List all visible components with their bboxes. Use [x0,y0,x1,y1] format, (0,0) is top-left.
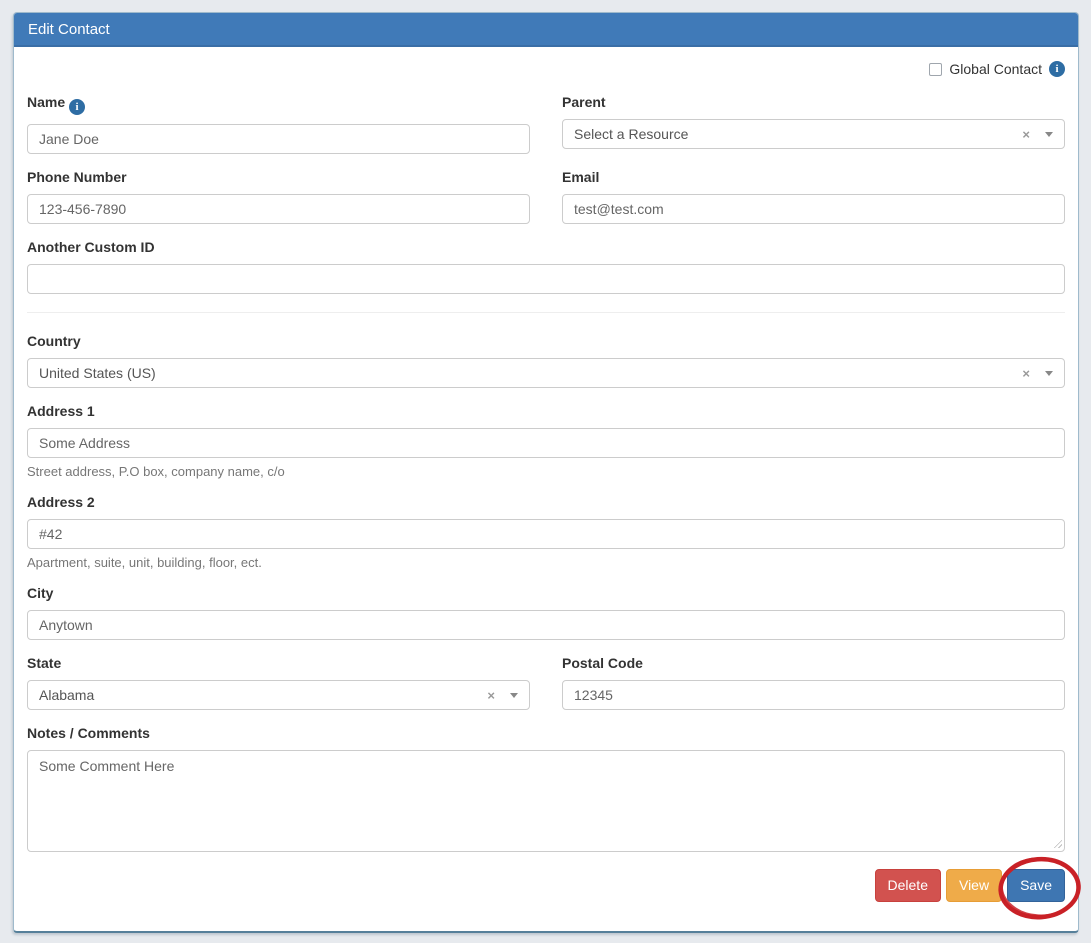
address1-label: Address 1 [27,404,1065,419]
edit-contact-panel: Edit Contact Global Contact i Name i Par… [13,12,1079,933]
city-input[interactable] [27,610,1065,640]
chevron-down-icon [1045,371,1053,376]
custom-id-input[interactable] [27,264,1065,294]
address2-field-group: Address 2 Apartment, suite, unit, buildi… [27,495,1065,570]
country-label: Country [27,334,1065,349]
view-button[interactable]: View [946,869,1002,902]
parent-select[interactable]: Select a Resource × [562,119,1065,149]
address2-help-text: Apartment, suite, unit, building, floor,… [27,555,1065,570]
parent-label: Parent [562,95,1065,110]
section-divider [27,312,1065,313]
parent-select-value: Select a Resource [574,126,1022,142]
address1-help-text: Street address, P.O box, company name, c… [27,464,1065,479]
email-input[interactable] [562,194,1065,224]
info-icon[interactable]: i [1049,61,1065,77]
custom-id-label: Another Custom ID [27,240,1065,255]
parent-field-group: Parent Select a Resource × [562,95,1065,154]
notes-label: Notes / Comments [27,726,1065,741]
address1-field-group: Address 1 Street address, P.O box, compa… [27,404,1065,479]
address2-input[interactable] [27,519,1065,549]
phone-input[interactable] [27,194,530,224]
panel-title: Edit Contact [14,13,1078,47]
global-contact-row: Global Contact i [27,59,1065,79]
city-label: City [27,586,1065,601]
country-select[interactable]: United States (US) × [27,358,1065,388]
clear-icon[interactable]: × [487,689,495,702]
form-actions: Delete View Save [27,869,1065,902]
phone-label: Phone Number [27,170,530,185]
country-field-group: Country United States (US) × [27,334,1065,388]
phone-field-group: Phone Number [27,170,530,224]
name-input[interactable] [27,124,530,154]
custom-id-field-group: Another Custom ID [27,240,1065,294]
state-label: State [27,656,530,671]
edit-contact-form: Global Contact i Name i Parent Select a … [14,59,1078,902]
name-label: Name i [27,95,530,115]
global-contact-label: Global Contact [949,61,1042,77]
info-icon[interactable]: i [69,99,85,115]
postal-code-label: Postal Code [562,656,1065,671]
chevron-down-icon [510,693,518,698]
name-field-group: Name i [27,95,530,154]
state-select[interactable]: Alabama × [27,680,530,710]
email-field-group: Email [562,170,1065,224]
delete-button[interactable]: Delete [875,869,941,902]
postal-code-input[interactable] [562,680,1065,710]
address1-input[interactable] [27,428,1065,458]
state-field-group: State Alabama × [27,656,530,710]
notes-textarea[interactable]: Some Comment Here [27,750,1065,852]
chevron-down-icon [1045,132,1053,137]
email-label: Email [562,170,1065,185]
state-select-value: Alabama [39,687,487,703]
save-button[interactable]: Save [1007,869,1065,902]
city-field-group: City [27,586,1065,640]
address2-label: Address 2 [27,495,1065,510]
global-contact-checkbox[interactable] [929,63,942,76]
clear-icon[interactable]: × [1022,367,1030,380]
clear-icon[interactable]: × [1022,128,1030,141]
country-select-value: United States (US) [39,365,1022,381]
notes-field-group: Notes / Comments Some Comment Here [27,726,1065,852]
postal-code-field-group: Postal Code [562,656,1065,710]
